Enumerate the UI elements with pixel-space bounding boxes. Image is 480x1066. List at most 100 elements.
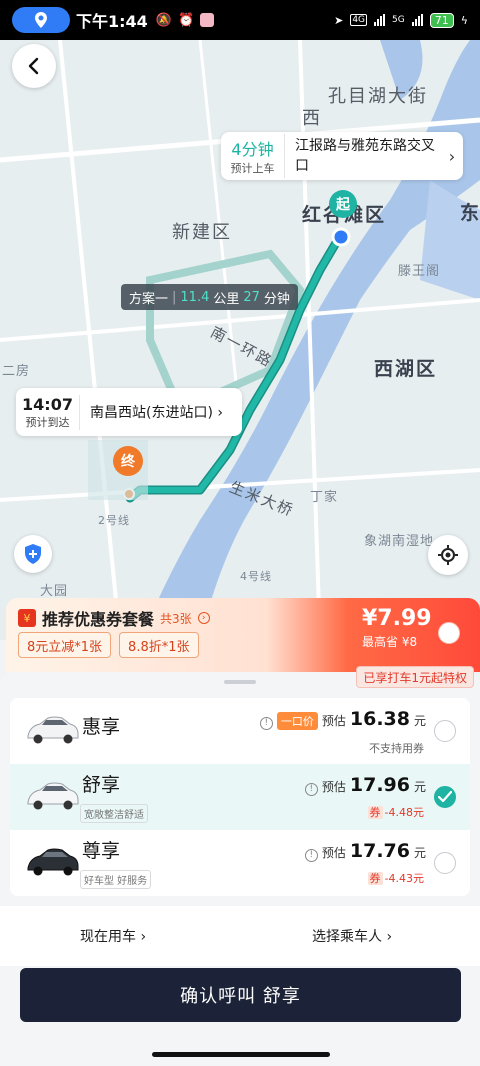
location-pill	[12, 7, 70, 33]
arrival-eta: 14:07 预计到达	[16, 394, 80, 430]
coupon-q-label: 券	[367, 872, 383, 885]
ride-options-bar: 现在用车 › 选择乘车人 ›	[0, 906, 480, 966]
coupon-price-block: ¥7.99 最高省 ¥8	[362, 606, 432, 650]
pickup-point-card[interactable]: 4分钟 预计上车 江报路与雅苑东路交叉口 ›	[221, 132, 463, 180]
coupon-note: 不支持用券	[369, 742, 424, 755]
estimate-price: 17.76	[349, 840, 410, 862]
price-block: ! 预估 17.96 元	[304, 774, 426, 796]
car-name: 惠享	[82, 716, 121, 738]
pickup-eta: 4分钟 预计上车	[221, 134, 285, 178]
estimate-price: 17.96	[349, 774, 410, 796]
car-option-huixiang[interactable]: 惠享 ! 一口价 预估 16.38 元 不支持用券	[10, 698, 470, 764]
car-feature-tag: 好车型 好服务	[80, 870, 152, 889]
coupon-tag: 8.8折*1张	[119, 632, 199, 658]
info-icon[interactable]: !	[259, 716, 273, 730]
car-option-zunxiang[interactable]: 尊享 好车型 好服务 ! 预估 17.76 元 券 -4.43元	[10, 830, 470, 896]
navigation-arrow-icon: ➤	[334, 13, 344, 27]
route-distance-unit: 公里	[213, 291, 240, 307]
home-indicator[interactable]	[152, 1052, 330, 1057]
estimate-label: 预估	[321, 846, 346, 860]
chevron-left-icon	[28, 57, 39, 75]
map-view[interactable]: 孔目湖大街 西 新建区 红谷滩区 东 滕王阁 西湖区 南一环路 生米大桥 丁家 …	[0, 40, 480, 640]
coupon-package-banner[interactable]: ¥ 推荐优惠券套餐 共3张 › 8元立减*1张 8.8折*1张 ¥7.99 最高…	[6, 598, 480, 672]
map-label-xihu: 西湖区	[374, 358, 438, 380]
coupon-amount: -4.43元	[384, 872, 424, 885]
coupon-count: 共3张	[160, 611, 192, 626]
coupon-tags: 8元立减*1张 8.8折*1张	[18, 632, 199, 658]
car-feature-tag: 宽敞整洁舒适	[80, 804, 148, 823]
crosshair-icon	[438, 545, 458, 565]
route-plan-chip[interactable]: 方案一 | 11.4 公里 27 分钟	[121, 284, 298, 310]
mute-icon: 🔕	[155, 12, 172, 28]
pickup-minutes: 4分钟	[231, 140, 274, 159]
passenger-label: 选择乘车人	[312, 929, 382, 945]
destination-address: 南昌西站(东进站口) ›	[90, 405, 223, 421]
coupon-price: ¥7.99	[362, 606, 432, 631]
clock: 下午1:44	[76, 12, 148, 31]
car-type-list: 惠享 ! 一口价 预估 16.38 元 不支持用券 舒享 宽敞整洁舒适 ! 预估	[10, 698, 470, 896]
map-label-line2: 2号线	[98, 514, 130, 527]
ride-time-option[interactable]: 现在用车 ›	[80, 926, 146, 946]
map-label-xiangdong: 象湖南湿地	[364, 534, 435, 549]
map-label-dong: 东	[460, 202, 480, 224]
map-label-dingjia: 丁家	[310, 490, 339, 505]
car-name: 舒享	[82, 774, 121, 796]
white-car-icon	[27, 716, 79, 744]
battery-indicator: 71	[429, 12, 454, 28]
confirm-call-button[interactable]: 确认呼叫 舒享	[20, 968, 461, 1022]
coupon-discount: 券 -4.48元	[367, 804, 424, 820]
arrival-time: 14:07	[22, 394, 73, 414]
start-marker-label: 起	[329, 190, 357, 218]
sheet-drag-handle[interactable]	[224, 680, 256, 684]
shield-icon	[25, 544, 41, 564]
alarm-icon: ⏰	[178, 12, 195, 28]
arrival-label: 预计到达	[25, 415, 70, 429]
passenger-option[interactable]: 选择乘车人 ›	[312, 926, 392, 946]
end-marker-label: 终	[113, 446, 143, 476]
locate-me-button[interactable]	[428, 535, 468, 575]
info-icon[interactable]: ›	[197, 612, 210, 624]
start-marker: 起	[329, 190, 357, 218]
select-radio-checked[interactable]	[434, 786, 456, 808]
chevron-right-icon: ›	[448, 146, 456, 166]
coupon-title-row: ¥ 推荐优惠券套餐 共3张 ›	[18, 606, 210, 630]
route-distance: 11.4	[180, 289, 210, 305]
price-block: ! 一口价 预估 16.38 元	[259, 708, 426, 730]
select-radio[interactable]	[434, 720, 456, 742]
network-4g-label: 4G	[350, 14, 368, 26]
back-button[interactable]	[12, 44, 56, 88]
route-time: 27	[243, 289, 260, 305]
estimate-price: 16.38	[349, 708, 410, 730]
charging-icon: ϟ	[460, 13, 468, 27]
white-car-icon	[27, 782, 79, 810]
select-radio[interactable]	[434, 852, 456, 874]
arrival-card[interactable]: 14:07 预计到达 南昌西站(东进站口) ›	[16, 388, 242, 436]
map-label-erfang: 二房	[2, 364, 31, 379]
map-label-xi: 西	[302, 108, 322, 129]
network-5g-label: 5G	[392, 15, 405, 25]
price-block: ! 预估 17.76 元	[304, 840, 426, 862]
car-option-shuxiang[interactable]: 舒享 宽敞整洁舒适 ! 预估 17.96 元 券 -4.48元	[10, 764, 470, 830]
red-packet-icon: ¥	[18, 609, 36, 627]
map-label-xinjian: 新建区	[172, 222, 232, 243]
signal-icon-2	[411, 14, 423, 26]
black-car-icon	[27, 848, 79, 876]
check-icon	[438, 791, 452, 803]
coupon-tag: 8元立减*1张	[18, 632, 112, 658]
info-icon[interactable]: !	[304, 848, 318, 862]
location-icon	[35, 12, 47, 28]
info-icon[interactable]: !	[304, 782, 318, 796]
fixed-price-badge: 一口价	[276, 712, 318, 730]
coupon-discount: 券 -4.43元	[367, 870, 424, 886]
safety-shield-button[interactable]	[14, 535, 52, 573]
estimate-label: 预估	[321, 780, 346, 794]
route-time-unit: 分钟	[263, 291, 290, 307]
route-plan-name: 方案一	[129, 291, 169, 307]
status-bar: 下午1:44 🔕 ⏰ ➤ 4G 5G 71 ϟ	[0, 0, 480, 40]
coupon-amount: -4.48元	[384, 806, 424, 819]
privilege-badge: 已享打车1元起特权	[356, 666, 474, 688]
pickup-eta-label: 预计上车	[230, 162, 275, 175]
bottom-sheet: 已享打车1元起特权 惠享 ! 一口价 预估 16.38 元 不支持用券 舒享 宽…	[0, 666, 480, 1066]
coupon-select-radio[interactable]	[438, 622, 460, 644]
coupon-save: 最高省 ¥8	[362, 635, 418, 649]
